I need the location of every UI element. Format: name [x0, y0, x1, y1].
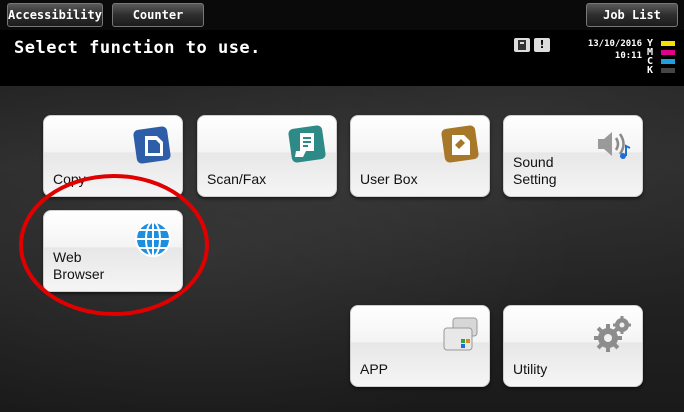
- toner-bar: [661, 50, 675, 55]
- gears-icon: [592, 313, 634, 355]
- speaker-icon: [592, 123, 634, 165]
- scan-fax-label: Scan/Fax: [207, 171, 267, 187]
- utility-label: Utility: [513, 361, 548, 377]
- warning-icon[interactable]: !: [534, 38, 550, 52]
- counter-button[interactable]: Counter: [112, 3, 204, 27]
- time-text: 10:11: [614, 51, 642, 61]
- scan-fax-icon: [286, 123, 328, 165]
- user-box-label: User Box: [360, 171, 418, 187]
- accessibility-button[interactable]: Accessibility: [7, 3, 103, 27]
- toner-row-k: K: [647, 65, 679, 76]
- copy-icon: [132, 123, 174, 165]
- highlight-circle: [19, 174, 209, 316]
- utility-tile[interactable]: Utility: [503, 305, 643, 387]
- job-status-icon[interactable]: [514, 38, 530, 52]
- user-box-icon: [439, 123, 481, 165]
- date-text: 13/10/2016: [587, 39, 642, 49]
- top-bar: Accessibility Counter Job List: [0, 0, 684, 30]
- status-icons: !: [514, 38, 550, 52]
- sound-setting-tile[interactable]: Sound Setting: [503, 115, 643, 197]
- app-icon: [439, 313, 481, 355]
- job-list-button[interactable]: Job List: [586, 3, 678, 27]
- toner-letter: K: [647, 65, 654, 76]
- app-tile[interactable]: APP: [350, 305, 490, 387]
- toner-bar: [661, 41, 675, 46]
- app-label: APP: [360, 361, 389, 377]
- toner-bar: [661, 59, 675, 64]
- scan-fax-tile[interactable]: Scan/Fax: [197, 115, 337, 197]
- user-box-tile[interactable]: User Box: [350, 115, 490, 197]
- control-panel-screen: Accessibility Counter Job List Select fu…: [0, 0, 684, 412]
- date-time: 13/10/2016 10:11: [576, 38, 642, 62]
- sound-setting-label: Sound Setting: [513, 154, 557, 187]
- header: Select function to use. ! 13/10/2016 10:…: [0, 30, 684, 86]
- toner-levels: Y M C K: [647, 39, 679, 76]
- page-title: Select function to use.: [14, 38, 261, 58]
- toner-bar: [661, 68, 675, 73]
